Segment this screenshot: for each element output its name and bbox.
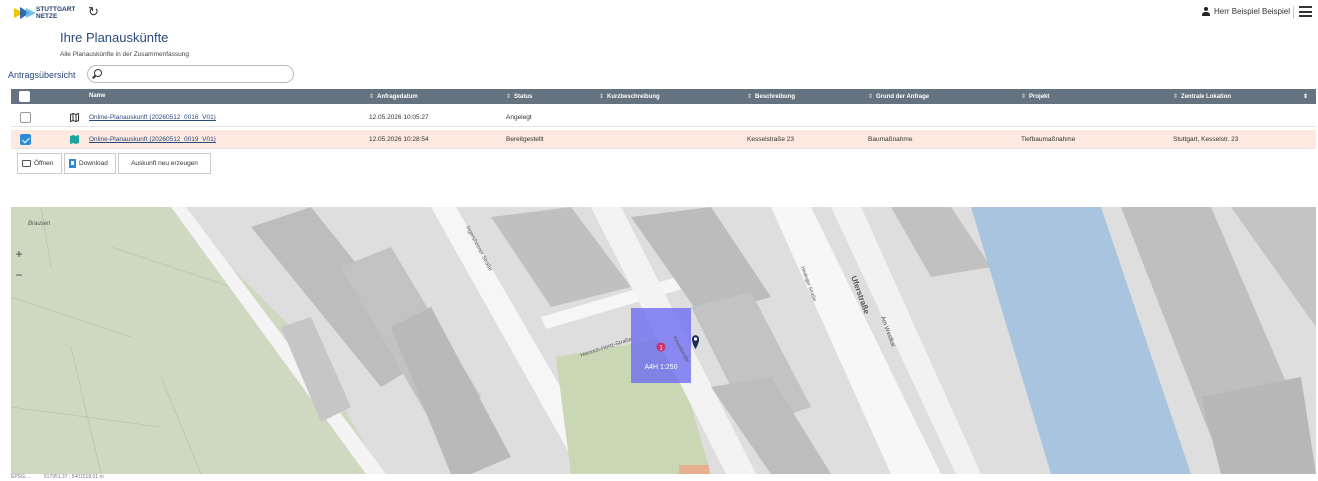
row-status: Bereitgestellt	[506, 136, 544, 143]
row-name-link[interactable]: Online-Planauskunft (20260512_0019_V01)	[89, 136, 216, 143]
zoom-controls: + −	[11, 244, 27, 286]
column-label: Kurzbeschreibung	[607, 94, 660, 100]
row-date: 12.05.2026 10:28:54	[369, 136, 429, 143]
row-project: Tiefbaumaßnahme	[1021, 136, 1076, 143]
sort-icon: ⇕	[369, 94, 375, 100]
column-header-status[interactable]: ⇕ Status	[506, 93, 532, 100]
row-description: Kesselstraße 23	[747, 136, 794, 143]
stuttgart-netze-logo[interactable]: STUTTGART NETZE	[14, 5, 76, 21]
folder-open-icon	[22, 160, 31, 167]
column-header-reason[interactable]: ⇕ Grund der Anfrage	[868, 93, 929, 100]
sort-icon: ⇕	[747, 94, 753, 100]
map-canvas[interactable]: Brausen Heinrich-Hertz-Straße Ingersheim…	[11, 207, 1316, 474]
selection-scale-label: A4H 1:250	[644, 364, 677, 371]
column-header-date[interactable]: ⇕ Anfragedatum	[369, 93, 418, 100]
page-title: Ihre Planauskünfte	[60, 30, 169, 45]
column-header-short-description[interactable]: ⇕ Kurzbeschreibung	[599, 93, 660, 100]
open-button-label: Öffnen	[34, 160, 54, 167]
top-bar: STUTTGART NETZE ↻ Herr Beispiel Beispiel	[0, 0, 1318, 26]
row-date: 12.05.2026 10:05:27	[369, 114, 429, 121]
sort-icon: ⇕	[1173, 94, 1179, 100]
row-location: Stuttgart, Kesselstr. 23	[1173, 136, 1239, 143]
logo-line-1: STUTTGART	[36, 6, 76, 13]
user-name: Herr Beispiel Beispiel	[1213, 7, 1290, 16]
row-status: Angelegt	[506, 114, 532, 121]
select-all-checkbox[interactable]	[19, 91, 30, 102]
open-button[interactable]: Öffnen	[17, 153, 62, 174]
zoom-in-button[interactable]: +	[11, 244, 27, 265]
column-header-location[interactable]: ⇕ Zentrale Lokation	[1173, 93, 1231, 100]
regenerate-button[interactable]: Auskunft neu erzeugen	[118, 153, 211, 174]
row-checkbox-checked[interactable]	[20, 134, 31, 145]
overview-label: Antragsübersicht	[8, 70, 76, 80]
download-button-label: Download	[79, 160, 108, 167]
separator	[1293, 6, 1294, 19]
row-reason: Baumaßnahme	[868, 136, 913, 143]
column-label: Grund der Anfrage	[876, 94, 930, 100]
column-header-name[interactable]: Name	[89, 93, 105, 99]
hamburger-menu-icon[interactable]	[1299, 6, 1312, 17]
table-row[interactable]: Online-Planauskunft (20260512_0016_V01) …	[11, 108, 1316, 127]
regenerate-button-label: Auskunft neu erzeugen	[131, 160, 198, 167]
zoom-out-button[interactable]: −	[11, 265, 27, 286]
user-icon	[1201, 7, 1210, 16]
table-header: Name ⇕ Anfragedatum ⇕ Status ⇕ Kurzbeschrei…	[11, 89, 1316, 104]
column-label: Status	[514, 94, 533, 100]
coordinate-readout: 517951.37 ; 5401518.01 m	[43, 474, 104, 480]
logo-line-2: NETZE	[36, 13, 58, 20]
table-row-selected[interactable]: Online-Planauskunft (20260512_0019_V01) …	[11, 130, 1316, 149]
sort-icon: ⇕	[599, 94, 605, 100]
sort-icon[interactable]: ⇕	[1303, 93, 1308, 100]
column-label: Zentrale Lokation	[1181, 94, 1232, 100]
column-header-project[interactable]: ⇕ Projekt	[1021, 93, 1049, 100]
row-checkbox[interactable]	[20, 112, 31, 123]
map-status-bar: EPSG:... 517951.37 ; 5401518.01 m	[11, 474, 1316, 481]
refresh-icon[interactable]: ↻	[88, 5, 99, 19]
map-icon	[70, 113, 79, 122]
sort-icon: ⇕	[1021, 94, 1027, 100]
column-label: Anfragedatum	[377, 94, 418, 100]
sort-icon: ⇕	[868, 94, 874, 100]
search-input[interactable]	[87, 65, 294, 83]
column-header-description[interactable]: ⇕ Beschreibung	[747, 93, 795, 100]
column-label: Projekt	[1029, 94, 1050, 100]
map-label-area: Brausen	[28, 221, 51, 227]
download-button[interactable]: Download	[64, 153, 116, 174]
sort-icon: ⇕	[506, 94, 512, 100]
map-icon	[70, 135, 79, 144]
user-menu[interactable]: Herr Beispiel Beispiel	[1201, 7, 1290, 16]
search-icon	[94, 69, 102, 77]
map-view[interactable]: Brausen Heinrich-Hertz-Straße Ingersheim…	[11, 207, 1316, 474]
column-label: Beschreibung	[755, 94, 796, 100]
download-icon	[69, 159, 76, 168]
row-name-link[interactable]: Online-Planauskunft (20260512_0016_V01)	[89, 114, 216, 121]
page-subtitle: Alle Planauskünfte in der Zusammenfassun…	[60, 51, 189, 58]
crs-selector[interactable]: EPSG:...	[11, 474, 30, 480]
